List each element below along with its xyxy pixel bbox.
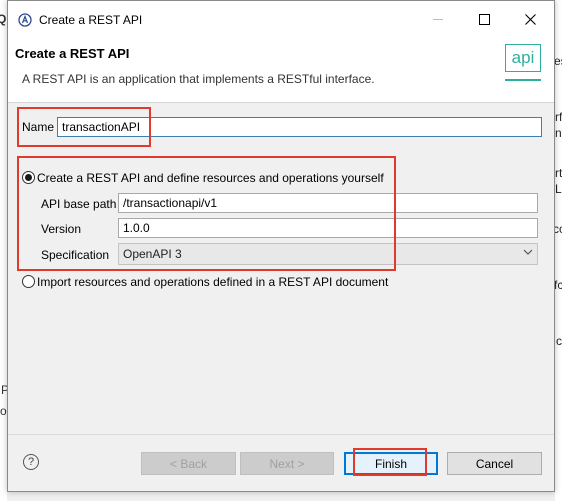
- background-fragment: fc: [554, 278, 562, 292]
- create-rest-api-dialog: Create a REST API Create a REST API A RE…: [7, 0, 555, 492]
- radio-import-document-label[interactable]: Import resources and operations defined …: [37, 275, 388, 289]
- specification-select[interactable]: OpenAPI 3: [118, 243, 538, 265]
- version-label: Version: [41, 222, 82, 236]
- name-label: Name: [22, 120, 55, 134]
- help-button[interactable]: ?: [23, 454, 39, 470]
- radio-import-document[interactable]: [22, 275, 35, 288]
- cancel-button[interactable]: Cancel: [447, 452, 542, 475]
- minimize-icon: [433, 19, 443, 20]
- radio-define-yourself[interactable]: [22, 171, 35, 184]
- minimize-button[interactable]: [415, 1, 461, 38]
- background-panel-right: [555, 0, 562, 501]
- version-input[interactable]: [118, 218, 538, 238]
- background-fragment: es: [554, 54, 562, 68]
- background-fragment: rf: [555, 110, 562, 124]
- app-logo-icon: [17, 12, 33, 28]
- specification-label: Specification: [41, 248, 110, 262]
- background-fragment: o: [0, 404, 7, 418]
- close-icon: [524, 14, 536, 25]
- close-button[interactable]: [507, 1, 553, 38]
- maximize-button[interactable]: [461, 1, 507, 38]
- window-title: Create a REST API: [39, 12, 143, 27]
- background-panel-left: [0, 0, 7, 501]
- background-fragment: rt: [555, 166, 562, 180]
- background-fragment: L: [555, 182, 562, 196]
- background-fragment: nt: [555, 126, 562, 140]
- footer-separator: [8, 434, 554, 435]
- chevron-down-icon: [523, 247, 533, 260]
- title-bar[interactable]: Create a REST API: [8, 1, 554, 38]
- maximize-icon: [478, 14, 490, 25]
- back-button[interactable]: < Back: [141, 452, 236, 475]
- name-input[interactable]: [57, 117, 542, 137]
- api-logo-underline: [505, 79, 541, 81]
- finish-button[interactable]: Finish: [344, 452, 438, 475]
- wizard-banner: Create a REST API A REST API is an appli…: [8, 38, 554, 103]
- next-button[interactable]: Next >: [240, 452, 334, 475]
- background-fragment: c: [556, 334, 562, 348]
- radio-define-yourself-label[interactable]: Create a REST API and define resources a…: [37, 171, 384, 185]
- page-description: A REST API is an application that implem…: [22, 72, 375, 86]
- specification-value: OpenAPI 3: [123, 247, 182, 261]
- base-path-label: API base path: [41, 197, 117, 211]
- base-path-input[interactable]: [118, 193, 538, 213]
- page-title: Create a REST API: [15, 46, 130, 61]
- api-logo: api: [505, 44, 541, 72]
